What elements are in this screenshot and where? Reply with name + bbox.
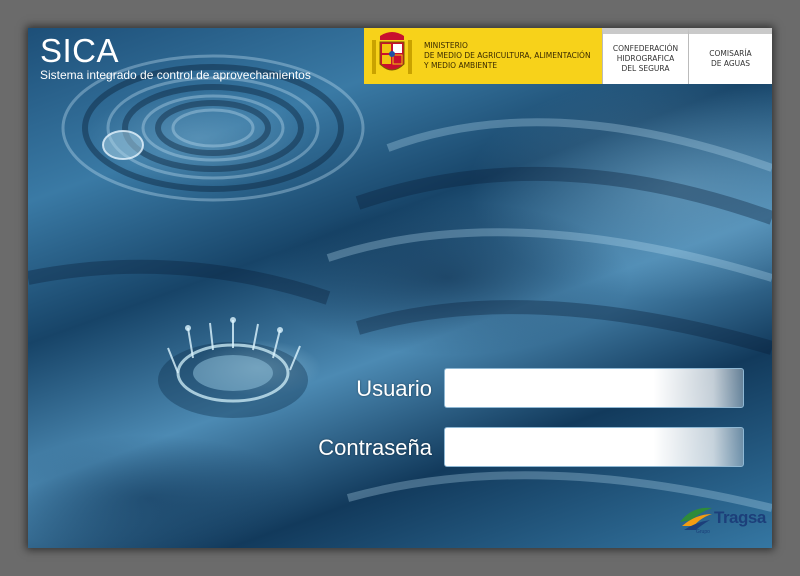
comisaria-logo: Comisaría de Aguas (688, 28, 772, 84)
comisaria-line-2: de Aguas (710, 59, 751, 68)
ministry-logo: Ministerio de Medio de Agricultura, Alim… (364, 28, 602, 84)
confederacion-line-1: Confederación (612, 44, 679, 53)
ministry-text: Ministerio de Medio de Agricultura, Alim… (424, 41, 591, 71)
ministry-line-2: de Medio de Agricultura, Alimentación (424, 51, 591, 60)
confederacion-line-2: Hidrografica (616, 54, 675, 63)
spain-coat-of-arms-icon (372, 32, 412, 74)
comisaria-line-1: Comisaría (709, 49, 752, 58)
tragsa-logo-subtext: Grupo (696, 529, 710, 535)
app-subtitle: Sistema integrado de control de aprovech… (40, 68, 311, 82)
password-label: Contraseña (318, 435, 432, 460)
header-logos: Ministerio de Medio de Agricultura, Alim… (364, 28, 772, 84)
usuario-label: Usuario (356, 376, 432, 401)
tragsa-logo: Tragsa Grupo (678, 500, 768, 540)
login-panel: SICA Sistema integrado de control de apr… (28, 28, 772, 548)
password-input[interactable] (444, 427, 744, 467)
confederacion-line-3: del Segura (621, 64, 670, 73)
water-background (28, 54, 772, 512)
ministry-line-1: Ministerio (424, 41, 468, 50)
water-droplet (102, 130, 144, 160)
app-title: SICA (40, 32, 120, 69)
confederacion-logo: Confederación Hidrografica del Segura (602, 28, 688, 84)
tragsa-logo-icon (680, 507, 712, 530)
usuario-input[interactable] (444, 368, 744, 408)
ministry-line-3: y Medio Ambiente (424, 61, 498, 70)
water-splash-graphic (158, 317, 308, 418)
tragsa-logo-text: Tragsa (714, 508, 766, 527)
